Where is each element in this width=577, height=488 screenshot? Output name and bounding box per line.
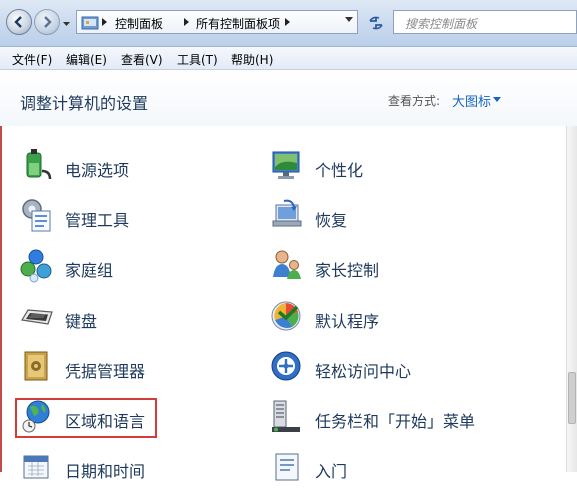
- item-homegroup[interactable]: 家庭组: [20, 247, 220, 287]
- breadcrumb-separator[interactable]: [184, 18, 189, 26]
- address-bar: 控制面板 所有控制面板项 搜索控制面板: [0, 0, 577, 47]
- menu-help[interactable]: 帮助(H): [231, 51, 273, 68]
- item-label: 日期和时间: [65, 462, 146, 481]
- view-by-dropdown[interactable]: 大图标: [452, 91, 491, 110]
- region-language-icon: [22, 400, 50, 433]
- forward-arrow-icon: [44, 16, 52, 28]
- back-arrow-icon: [14, 16, 22, 28]
- item-region-language[interactable]: 区域和语言: [20, 398, 220, 438]
- item-label: 个性化: [315, 161, 364, 180]
- credential-manager-icon: [24, 351, 48, 381]
- item-label: 家庭组: [65, 261, 114, 280]
- item-label: 管理工具: [65, 211, 130, 230]
- item-label: 入门: [315, 462, 348, 481]
- ease-of-access-icon: [271, 351, 301, 381]
- item-label: 键盘: [65, 312, 98, 331]
- menu-file[interactable]: 文件(F): [12, 51, 52, 68]
- item-label: 电源选项: [65, 161, 130, 180]
- item-taskbar-start-menu[interactable]: 任务栏和「开始」菜单: [270, 398, 560, 438]
- search-placeholder: 搜索控制面板: [405, 17, 478, 31]
- item-credential-manager[interactable]: 凭据管理器: [20, 348, 220, 388]
- item-ease-of-access[interactable]: 轻松访问中心: [270, 348, 530, 388]
- taskbar-start-menu-icon: [272, 400, 300, 432]
- item-date-time[interactable]: 日期和时间: [20, 448, 220, 488]
- item-label: 恢复: [315, 211, 348, 230]
- breadcrumb-all-items[interactable]: 所有控制面板项: [196, 15, 280, 32]
- item-parental-controls[interactable]: 家长控制: [270, 247, 530, 287]
- breadcrumb[interactable]: 控制面板 所有控制面板项: [76, 10, 358, 34]
- item-label: 默认程序: [315, 312, 380, 331]
- view-by-label: 查看方式:: [388, 94, 441, 108]
- history-dropdown-icon[interactable]: [62, 19, 71, 28]
- item-recovery[interactable]: 恢复: [270, 197, 530, 237]
- page-title: 调整计算机的设置: [20, 94, 149, 113]
- refresh-icon[interactable]: [367, 14, 385, 32]
- breadcrumb-control-panel[interactable]: 控制面板: [115, 15, 163, 32]
- getting-started-icon: [275, 453, 299, 481]
- item-label: 区域和语言: [65, 412, 146, 431]
- power-options-icon: [26, 149, 52, 180]
- item-keyboard[interactable]: 键盘: [20, 298, 220, 338]
- content-header: 调整计算机的设置 查看方式: 大图标: [0, 70, 577, 126]
- keyboard-icon: [21, 309, 53, 325]
- control-panel-folder-icon: [81, 16, 99, 30]
- item-label: 轻松访问中心: [315, 362, 412, 381]
- breadcrumb-separator[interactable]: [285, 18, 290, 26]
- item-power-options[interactable]: 电源选项: [20, 147, 220, 187]
- search-input[interactable]: 搜索控制面板: [393, 10, 577, 34]
- item-default-programs[interactable]: 默认程序: [270, 298, 530, 338]
- admin-tools-icon: [22, 199, 51, 232]
- item-label: 任务栏和「开始」菜单: [315, 412, 476, 431]
- parental-controls-icon: [273, 250, 301, 279]
- item-getting-started[interactable]: 入门: [270, 448, 530, 488]
- menu-view[interactable]: 查看(V): [121, 51, 163, 68]
- view-by-chevron-icon[interactable]: [493, 97, 501, 102]
- default-programs-icon: [271, 301, 301, 331]
- item-personalization[interactable]: 个性化: [270, 147, 530, 187]
- date-time-icon: [23, 455, 49, 479]
- scrollbar-thumb[interactable]: [568, 372, 576, 424]
- window-edge: [0, 126, 2, 472]
- personalization-icon: [272, 151, 300, 179]
- forward-button[interactable]: [34, 9, 60, 35]
- address-dropdown-icon[interactable]: [345, 17, 353, 22]
- item-label: 凭据管理器: [65, 362, 146, 381]
- menu-edit[interactable]: 编辑(E): [66, 51, 107, 68]
- homegroup-icon: [20, 249, 52, 283]
- menu-tools[interactable]: 工具(T): [177, 51, 218, 68]
- item-admin-tools[interactable]: 管理工具: [20, 197, 220, 237]
- item-label: 家长控制: [315, 261, 380, 280]
- menu-bar: 文件(F) 编辑(E) 查看(V) 工具(T) 帮助(H): [0, 47, 577, 70]
- breadcrumb-separator[interactable]: [102, 18, 107, 26]
- recovery-icon: [272, 199, 302, 227]
- back-button[interactable]: [6, 9, 32, 35]
